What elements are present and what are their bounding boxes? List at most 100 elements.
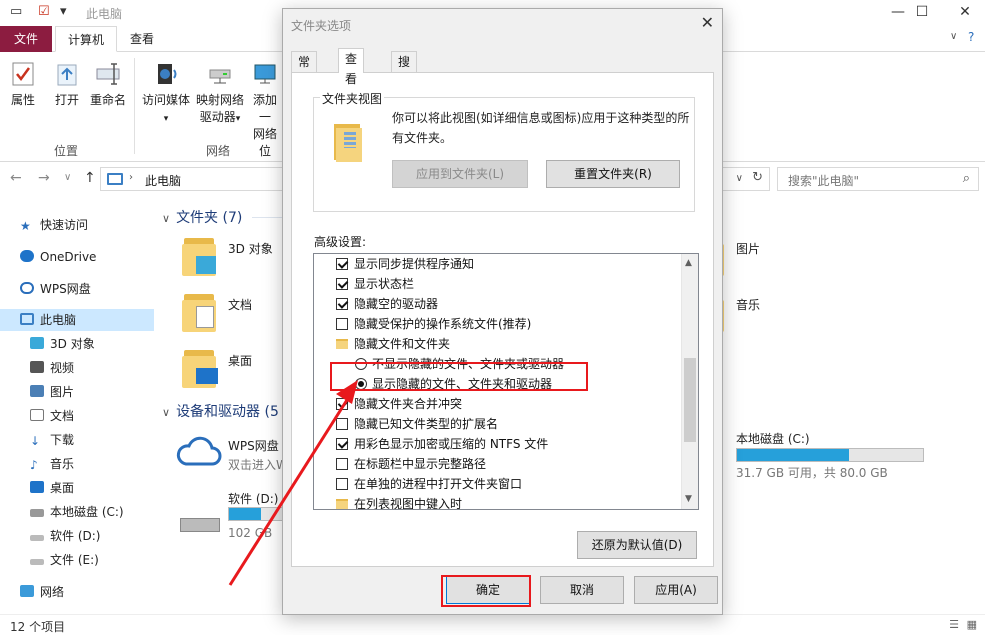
ribbon-collapse-icon[interactable]: ∨ [950,31,957,42]
collapse-chevron-icon: ∨ [162,406,171,419]
star-icon: ★ [20,219,31,233]
restore-defaults-button[interactable]: 还原为默认值(D) [577,531,697,559]
access-media-dropdown-icon: ▾ [163,114,169,124]
explorer-app-icon[interactable]: ▭ [10,4,22,19]
address-dropdown-icon[interactable]: ∨ [736,173,743,184]
drive-d-large-icon[interactable] [180,518,220,532]
group-location-label: 位置 [54,144,79,158]
access-media-button[interactable]: 访问媒体 ▾ [140,60,192,128]
nav-network[interactable]: 网络 [20,581,64,603]
folder-documents-icon[interactable] [182,292,218,332]
highlight-ok-box [441,575,531,607]
reset-folders-button[interactable]: 重置文件夹(R) [546,160,680,188]
nav-pictures[interactable]: 图片 [30,381,74,403]
folder-desktop-icon[interactable] [182,348,218,388]
checkbox[interactable] [336,278,348,290]
nav-downloads[interactable]: ↓ 下载 [30,429,74,451]
checkbox[interactable] [336,458,348,470]
nav-disk-c[interactable]: 本地磁盘 (C:) [30,501,124,523]
advanced-list-scrollbar[interactable]: ▲ ▼ [681,254,698,509]
back-icon[interactable]: ← [10,170,22,186]
properties-quick-icon[interactable]: ☑ [38,4,50,19]
checkbox[interactable] [336,258,348,270]
close-window-icon[interactable]: ✕ [943,2,985,24]
map-drive-dropdown-icon: ▾ [235,114,241,124]
nav-documents[interactable]: 文档 [30,405,74,427]
rename-button[interactable]: 重命名 [88,60,128,109]
nav-wps-cloud[interactable]: WPS网盘 [20,278,91,300]
devices-section-header[interactable]: ∨ 设备和驱动器 (5 [162,401,279,421]
status-bar: 12 个项目 ☰ ▦ [0,614,985,635]
drive-c-usage-fill [737,449,849,461]
checkbox[interactable] [336,398,348,410]
wps-cloud-icon [20,282,34,294]
details-view-icon[interactable]: ☰ [949,618,959,631]
map-drive-label-1: 映射网络 [195,93,244,107]
wps-cloud-name[interactable]: WPS网盘 [228,437,279,454]
search-input[interactable]: 搜索"此电脑" ⌕ [777,167,979,191]
nav-3d-objects[interactable]: 3D 对象 [30,333,95,355]
checkbox[interactable] [336,438,348,450]
properties-button[interactable]: 属性 [8,60,38,109]
tab-file[interactable]: 文件 [0,26,52,52]
apply-button[interactable]: 应用(A) [634,576,718,604]
add-network-location-button[interactable]: 添加一 网络位 [248,60,282,160]
cancel-button[interactable]: 取消 [540,576,624,604]
checkbox[interactable] [336,298,348,310]
checkbox[interactable] [336,318,348,330]
nav-videos[interactable]: 视频 [30,357,74,379]
wps-cloud-drawing [176,436,222,466]
nav-desktop[interactable]: 桌面 [30,477,74,499]
monitor-icon [254,64,276,84]
network-drive-icon [209,69,231,84]
wps-cloud-large-icon[interactable] [176,436,222,468]
scroll-up-icon[interactable]: ▲ [685,258,692,268]
nav-music[interactable]: ♪ 音乐 [30,453,74,475]
folder-name[interactable]: 文档 [228,296,252,313]
dialog-close-icon[interactable]: ✕ [701,13,714,32]
folder-name[interactable]: 音乐 [736,296,760,313]
maximize-icon[interactable]: ☐ [900,2,944,24]
address-chevron-icon: › [129,172,133,183]
large-icons-view-icon[interactable]: ▦ [967,618,977,631]
view-tab-panel: 文件夹视图 你可以将此视图(如详细信息或图标)应用于这种类型的所有文件夹。 应用… [291,72,714,567]
folder-3d-objects-icon[interactable] [182,236,218,276]
apply-to-folders-button[interactable]: 应用到文件夹(L) [392,160,528,188]
nav-disk-d[interactable]: 软件 (D:) [30,525,100,547]
nav-disk-e[interactable]: 文件 (E:) [30,549,99,571]
nav-onedrive[interactable]: OneDrive [20,246,96,268]
quick-access-dropdown-icon[interactable]: ▾ [60,4,67,19]
download-icon: ↓ [30,434,41,448]
tab-view[interactable]: 查看 [120,26,164,52]
item-count: 12 个项目 [10,620,66,634]
checkbox[interactable] [336,418,348,430]
network-icon [20,585,34,597]
recent-dropdown-icon[interactable]: ∨ [64,172,71,183]
forward-icon[interactable]: → [38,170,50,186]
folders-section-header[interactable]: ∨ 文件夹 (7) [162,207,242,227]
folder-name[interactable]: 图片 [736,240,760,257]
map-drive-button[interactable]: 映射网络 驱动器▾ [194,60,246,128]
media-icon [158,64,177,84]
drive-c-name[interactable]: 本地磁盘 (C:) [736,430,810,447]
folder-name[interactable]: 桌面 [228,352,252,369]
drive-c-free: 31.7 GB 可用，共 80.0 GB [736,466,888,480]
nav-this-pc[interactable]: 此电脑 [0,309,154,331]
rename-label: 重命名 [89,93,126,107]
up-icon[interactable]: ↑ [84,170,96,186]
tab-view-options[interactable]: 查看 [338,48,365,86]
refresh-icon[interactable]: ↻ [752,170,763,185]
tab-general[interactable]: 常规 [291,51,318,89]
checkbox[interactable] [336,478,348,490]
scrollbar-thumb[interactable] [684,358,696,442]
ribbon-separator [134,58,135,154]
folder-name[interactable]: 3D 对象 [228,240,273,257]
nav-quick-access[interactable]: ★ 快速访问 [20,214,88,236]
scroll-down-icon[interactable]: ▼ [685,494,692,504]
drive-d-name[interactable]: 软件 (D:) [228,490,278,507]
tab-computer[interactable]: 计算机 [55,26,117,52]
open-button[interactable]: 打开 [52,60,82,109]
help-icon[interactable]: ? [968,30,974,44]
tab-search-options[interactable]: 搜索 [391,51,418,89]
folder-view-icon [334,124,364,162]
